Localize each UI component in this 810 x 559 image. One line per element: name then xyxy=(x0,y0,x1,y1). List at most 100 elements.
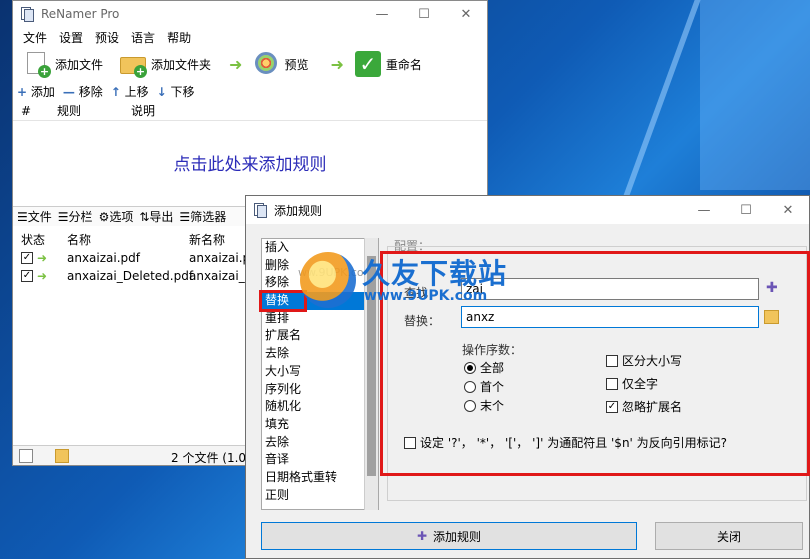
whole-words-box xyxy=(606,377,618,390)
preview-button[interactable]: 预览 xyxy=(252,50,308,78)
columns-menu-label: 分栏 xyxy=(68,210,93,224)
filters-menu-label: 筛选器 xyxy=(190,210,227,224)
add-folder-icon: + xyxy=(119,50,148,78)
files-col-name[interactable]: 名称 xyxy=(67,231,91,248)
rule-type-reformat-date[interactable]: 日期格式重转 xyxy=(262,469,378,487)
wildcards-label: 设定 '?'， '*'， '['， ']' 为通配符且 '$n' 为反向引用标记… xyxy=(420,436,728,450)
rules-list-area[interactable]: 点击此处来添加规则 xyxy=(13,123,487,201)
radio-last[interactable]: 末个 xyxy=(464,397,504,414)
options-menu[interactable]: ⚙选项 xyxy=(99,208,134,225)
menu-bar: 文件 设置 预设 语言 帮助 xyxy=(13,27,487,47)
filters-menu[interactable]: ☰筛选器 xyxy=(179,208,226,225)
radio-first-label: 首个 xyxy=(480,380,505,394)
options-menu-label: 选项 xyxy=(109,210,134,224)
add-rules-hint[interactable]: 点击此处来添加规则 xyxy=(174,150,327,175)
folder-plus-icon[interactable] xyxy=(764,310,779,324)
rule-type-clean[interactable]: 去除 xyxy=(262,434,378,452)
occurrence-label: 操作序数： xyxy=(462,343,523,357)
file-name: anxaizai.pdf xyxy=(67,251,141,265)
preview-label: 预览 xyxy=(284,57,309,72)
file-name: anxaizai_Deleted.pdf xyxy=(67,269,194,283)
add-files-label: 添加文件 xyxy=(55,57,104,72)
arrow-right-icon: ➜ xyxy=(37,251,48,265)
magnifier-icon xyxy=(252,50,280,78)
menu-file[interactable]: 文件 xyxy=(17,29,53,46)
radio-all[interactable]: 全部 xyxy=(464,359,504,376)
add-files-button[interactable]: + 添加文件 xyxy=(23,50,103,78)
rule-type-extension[interactable]: 扩展名 xyxy=(262,327,378,345)
rules-col-rule[interactable]: 规则 xyxy=(57,102,81,119)
move-down-tool[interactable]: ↓ 下移 xyxy=(157,83,195,100)
rule-type-translit[interactable]: 音译 xyxy=(262,451,378,469)
checkmark-icon: ✓ xyxy=(354,50,382,78)
watermark-url: www.9UPK.com xyxy=(364,288,488,304)
move-up-tool[interactable]: ↑ 上移 xyxy=(111,83,149,100)
menu-help[interactable]: 帮助 xyxy=(161,29,197,46)
remove-rule-tool[interactable]: — 移除 xyxy=(63,83,103,100)
radio-first-dot xyxy=(464,380,476,393)
remove-rule-label: 移除 xyxy=(78,84,103,99)
main-titlebar: ReNamer Pro — ☐ ✕ xyxy=(13,1,487,27)
dialog-close-action-button[interactable]: 关闭 xyxy=(655,522,803,550)
rule-type-case[interactable]: 大小写 xyxy=(262,363,378,381)
folder-icon[interactable] xyxy=(55,449,69,463)
watermark-logo-icon xyxy=(300,252,356,308)
rule-type-padding[interactable]: 填充 xyxy=(262,416,378,434)
maximize-button[interactable]: ☐ xyxy=(403,1,445,27)
close-button[interactable]: ✕ xyxy=(445,1,487,27)
rule-type-serialize[interactable]: 序列化 xyxy=(262,381,378,399)
replace-label: 替换： xyxy=(404,314,441,328)
rule-type-randomize[interactable]: 随机化 xyxy=(262,398,378,416)
rules-toolbar: + 添加 — 移除 ↑ 上移 ↓ 下移 xyxy=(13,81,487,101)
case-sensitive-box xyxy=(606,354,618,367)
case-sensitive-checkbox[interactable]: 区分大小写 xyxy=(606,352,682,369)
minimize-button[interactable]: — xyxy=(361,1,403,27)
dialog-titlebar: 添加规则 — ☐ ✕ xyxy=(246,196,809,224)
file-checkbox[interactable]: ✓ xyxy=(21,252,33,264)
files-menu-label: 文件 xyxy=(27,210,52,224)
rule-type-strip[interactable]: 去除 xyxy=(262,345,378,363)
add-rule-tool[interactable]: + 添加 xyxy=(17,83,55,100)
radio-last-label: 末个 xyxy=(480,399,505,413)
window-title: ReNamer Pro xyxy=(41,7,120,21)
renamer-app-icon xyxy=(252,202,268,218)
menu-language[interactable]: 语言 xyxy=(125,29,161,46)
radio-last-dot xyxy=(464,399,476,412)
skip-extension-checkbox[interactable]: ✓ 忽略扩展名 xyxy=(606,398,682,415)
add-rule-button[interactable]: ✚ 添加规则 xyxy=(261,522,637,550)
rule-type-regex[interactable]: 正则 xyxy=(262,487,378,505)
arrow-right-icon: ➜ xyxy=(330,54,344,74)
add-meta-icon[interactable]: ✚ xyxy=(766,280,778,296)
files-col-newname[interactable]: 新名称 xyxy=(189,231,225,248)
dialog-title: 添加规则 xyxy=(274,203,323,218)
files-menu[interactable]: ☰文件 xyxy=(17,208,52,225)
main-toolbar: + 添加文件 + 添加文件夹 ➜ 预览 ➜ ✓ 重命名 xyxy=(13,47,487,81)
radio-all-label: 全部 xyxy=(480,361,505,375)
add-folders-label: 添加文件夹 xyxy=(151,57,212,72)
whole-words-checkbox[interactable]: 仅全字 xyxy=(606,375,658,392)
files-col-state[interactable]: 状态 xyxy=(21,231,45,248)
menu-presets[interactable]: 预设 xyxy=(89,29,125,46)
menu-settings[interactable]: 设置 xyxy=(53,29,89,46)
move-up-label: 上移 xyxy=(124,84,149,99)
plus-icon: ✚ xyxy=(416,529,428,543)
rule-type-rearrange[interactable]: 重排 xyxy=(262,310,378,328)
file-checkbox[interactable]: ✓ xyxy=(21,270,33,282)
export-menu[interactable]: ⇅导出 xyxy=(139,208,173,225)
dialog-maximize-button[interactable]: ☐ xyxy=(725,197,767,223)
add-rule-label: 添加 xyxy=(30,84,55,99)
skip-extension-label: 忽略扩展名 xyxy=(622,400,683,414)
rename-button[interactable]: ✓ 重命名 xyxy=(354,50,422,78)
add-folders-button[interactable]: + 添加文件夹 xyxy=(119,50,211,78)
wildcards-checkbox[interactable]: 设定 '?'， '*'， '['， ']' 为通配符且 '$n' 为反向引用标记… xyxy=(404,434,727,451)
skip-extension-box: ✓ xyxy=(606,400,618,413)
dialog-close-button[interactable]: ✕ xyxy=(767,197,809,223)
columns-menu[interactable]: ☰分栏 xyxy=(58,208,93,225)
dialog-minimize-button[interactable]: — xyxy=(683,197,725,223)
rules-col-description[interactable]: 说明 xyxy=(131,102,155,119)
rules-col-number[interactable]: # xyxy=(21,104,31,118)
add-file-icon[interactable] xyxy=(19,449,33,463)
export-menu-label: 导出 xyxy=(149,210,174,224)
arrow-right-icon: ➜ xyxy=(229,54,243,74)
radio-first[interactable]: 首个 xyxy=(464,378,504,395)
